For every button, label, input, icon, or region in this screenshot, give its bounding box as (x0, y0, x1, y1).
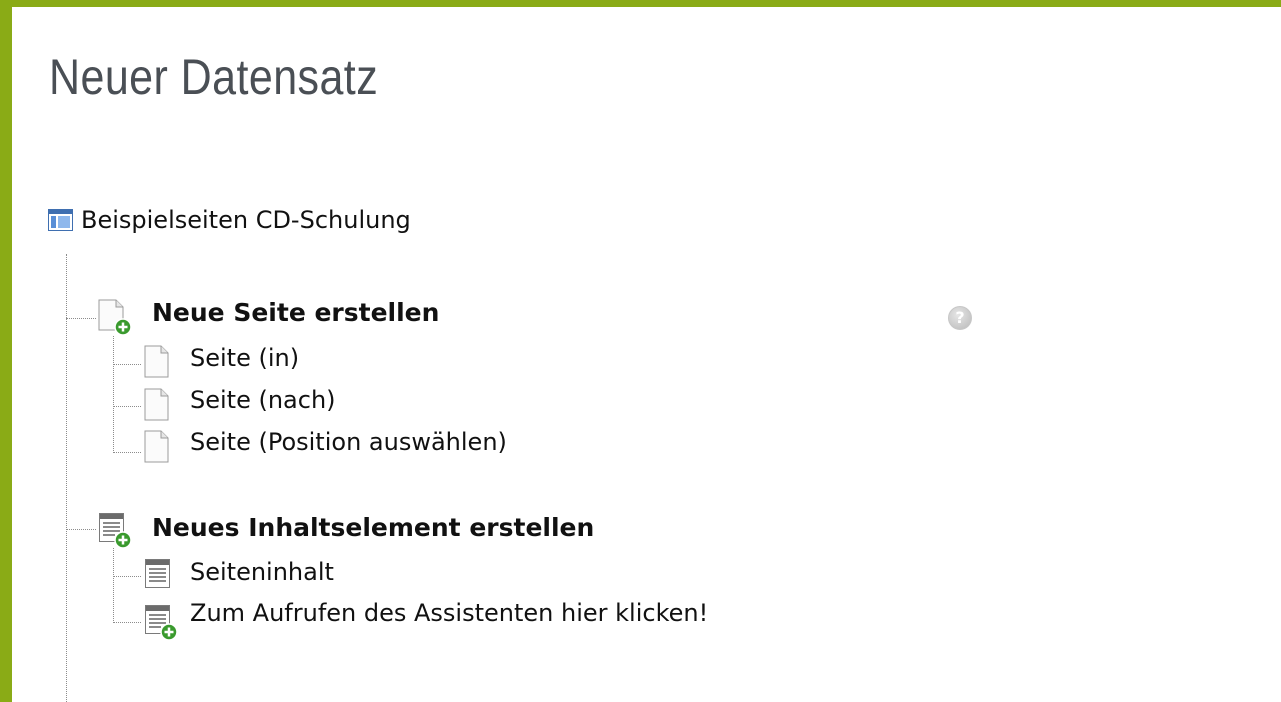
tree-line-branch (113, 406, 141, 407)
tree-line-sub (113, 548, 114, 623)
page-tree-root-label: Beispielseiten CD-Schulung (81, 206, 411, 234)
new-page-choose-position-link[interactable]: Seite (Position auswählen) (190, 427, 507, 457)
content-element-link[interactable]: Seiteninhalt (190, 557, 334, 587)
new-content-element-heading: Neues Inhaltselement erstellen (152, 513, 595, 542)
page-title: Neuer Datensatz (49, 49, 379, 105)
tree-line-main (66, 254, 67, 702)
tree-line-branch (113, 576, 141, 577)
wizard-icon (143, 603, 183, 643)
wizard-link[interactable]: Zum Aufrufen des Assistenten hier klicke… (190, 598, 708, 628)
tree-line-branch (66, 529, 96, 530)
content-element-icon (143, 557, 177, 591)
new-page-inside-link[interactable]: Seite (in) (190, 343, 299, 373)
page-icon (142, 388, 176, 422)
tree-line-branch (66, 318, 96, 319)
page-icon (142, 430, 176, 464)
new-content-element-icon (96, 511, 136, 551)
new-page-heading: Neue Seite erstellen (152, 298, 440, 327)
page-icon (142, 345, 176, 379)
tree-line-sub (113, 336, 114, 453)
new-page-after-link[interactable]: Seite (nach) (190, 385, 336, 415)
page-tree-root-icon (48, 208, 74, 232)
new-page-icon (96, 298, 136, 338)
tree-line-branch (113, 364, 141, 365)
tree-line-branch (113, 452, 141, 453)
tree-line-branch (113, 622, 141, 623)
help-icon[interactable]: ? (948, 306, 972, 330)
